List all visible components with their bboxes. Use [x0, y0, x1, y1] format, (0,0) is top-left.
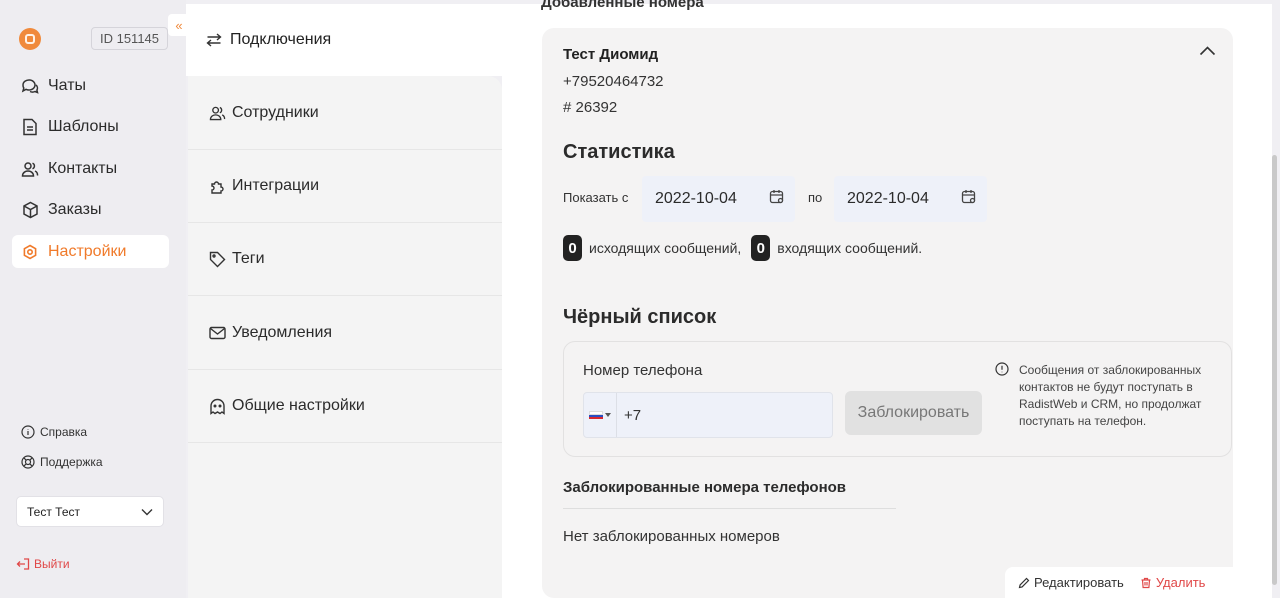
- settings-item-tags[interactable]: Теги: [188, 223, 502, 296]
- app-logo[interactable]: [19, 28, 41, 50]
- blocked-numbers-empty: Нет заблокированных номеров: [563, 528, 780, 545]
- date-to-input[interactable]: 2022-10-04: [834, 176, 987, 222]
- message-stats: 0 исходящих сообщений, 0 входящих сообще…: [563, 235, 922, 261]
- nav-label-contacts: Контакты: [48, 159, 118, 177]
- nav-label-chats: Чаты: [48, 76, 87, 94]
- trash-icon: [1140, 577, 1152, 589]
- lifebuoy-icon: [20, 455, 35, 470]
- delete-button[interactable]: Удалить: [1140, 575, 1206, 590]
- mail-icon: [208, 324, 226, 342]
- delete-label: Удалить: [1155, 575, 1206, 590]
- logout-icon: [16, 557, 30, 571]
- nav-label-settings: Настройки: [48, 242, 127, 260]
- settings-label-general: Общие настройки: [232, 397, 365, 414]
- calendar-icon[interactable]: [961, 189, 977, 210]
- pencil-icon: [1018, 577, 1030, 589]
- support-label: Поддержка: [40, 455, 103, 469]
- settings-icon: [20, 242, 40, 262]
- info-circle-icon: [20, 425, 35, 440]
- templates-icon: [20, 117, 40, 137]
- general-settings-icon: [208, 397, 226, 415]
- blacklist-info-text: Сообщения от заблокированных контактов н…: [1019, 363, 1202, 428]
- phone-number-label: Номер телефона: [583, 362, 703, 379]
- phone-number-field[interactable]: +7: [583, 392, 833, 438]
- date-to-label: по: [808, 190, 823, 205]
- edit-button[interactable]: Редактировать: [1018, 575, 1124, 590]
- settings-item-integrations[interactable]: Интеграции: [188, 150, 502, 223]
- user-select[interactable]: Тест Тест: [16, 496, 164, 527]
- chevron-down-icon: [141, 505, 153, 519]
- settings-item-employees[interactable]: Сотрудники: [188, 77, 502, 150]
- collapse-card-chevron-up-icon[interactable]: [1199, 46, 1216, 56]
- contacts-icon: [20, 159, 40, 179]
- info-circle-icon: [995, 362, 1009, 376]
- nav-label-orders: Заказы: [48, 201, 102, 218]
- contact-name: Тест Диомид: [563, 46, 659, 63]
- sidebar: ID 151145 Чаты Шаблоны Контакты Заказы Н…: [0, 0, 186, 598]
- settings-label-connections: Подключения: [230, 31, 332, 48]
- nav-label-templates: Шаблоны: [48, 118, 119, 135]
- incoming-count-badge: 0: [751, 235, 771, 261]
- settings-item-general[interactable]: Общие настройки: [188, 370, 502, 443]
- stats-title: Статистика: [563, 141, 675, 163]
- date-to-value: 2022-10-04: [847, 190, 929, 207]
- date-from-value: 2022-10-04: [655, 190, 737, 207]
- scrollbar[interactable]: [1272, 155, 1277, 585]
- country-select[interactable]: [584, 393, 617, 437]
- support-link[interactable]: Поддержка: [20, 454, 103, 470]
- nav-item-templates[interactable]: Шаблоны: [12, 111, 169, 144]
- russia-flag-icon: [589, 410, 603, 420]
- help-link[interactable]: Справка: [20, 424, 103, 440]
- help-links: Справка Поддержка: [20, 424, 103, 484]
- employees-icon: [208, 104, 226, 122]
- date-from-input[interactable]: 2022-10-04: [642, 176, 795, 222]
- user-name: Тест Тест: [27, 504, 80, 519]
- main-nav: Чаты Шаблоны Контакты Заказы Настройки: [12, 69, 169, 277]
- settings-label-tags: Теги: [232, 250, 265, 267]
- outgoing-label: исходящих сообщений,: [589, 240, 742, 256]
- edit-label: Редактировать: [1034, 575, 1124, 590]
- chats-icon: [20, 76, 40, 96]
- outgoing-count-badge: 0: [563, 235, 582, 261]
- orders-icon: [20, 200, 40, 220]
- logout-label: Выйти: [34, 557, 70, 571]
- nav-item-contacts[interactable]: Контакты: [12, 152, 169, 185]
- caret-down-icon: [605, 413, 611, 417]
- integrations-icon: [208, 177, 226, 195]
- tag-icon: [208, 250, 226, 268]
- calendar-icon[interactable]: [769, 189, 785, 210]
- settings-label-employees: Сотрудники: [232, 104, 319, 121]
- date-from-label: Показать с: [563, 190, 629, 205]
- logout-link[interactable]: Выйти: [16, 557, 70, 571]
- blocked-numbers-title: Заблокированные номера телефонов: [563, 479, 847, 496]
- account-id-badge: ID 151145: [91, 27, 168, 50]
- divider: [563, 508, 896, 509]
- connections-icon: [206, 33, 222, 47]
- nav-item-chats[interactable]: Чаты: [12, 69, 169, 102]
- phone-number-value[interactable]: +7: [617, 407, 641, 424]
- incoming-label: входящих сообщений.: [777, 240, 923, 256]
- settings-label-notifications: Уведомления: [232, 324, 333, 341]
- settings-label-integrations: Интеграции: [232, 177, 320, 194]
- card-actions: Редактировать Удалить: [1005, 567, 1233, 598]
- contact-id: # 26392: [563, 99, 618, 116]
- settings-item-notifications[interactable]: Уведомления: [188, 297, 502, 370]
- blacklist-title: Чёрный список: [563, 306, 717, 328]
- nav-item-settings[interactable]: Настройки: [12, 235, 169, 268]
- nav-item-orders[interactable]: Заказы: [12, 194, 169, 227]
- block-button[interactable]: Заблокировать: [845, 391, 982, 435]
- contact-phone: +79520464732: [563, 73, 664, 90]
- help-label: Справка: [40, 425, 88, 439]
- section-title: Добавленные номера: [541, 0, 704, 11]
- settings-item-connections[interactable]: Подключения: [186, 4, 502, 76]
